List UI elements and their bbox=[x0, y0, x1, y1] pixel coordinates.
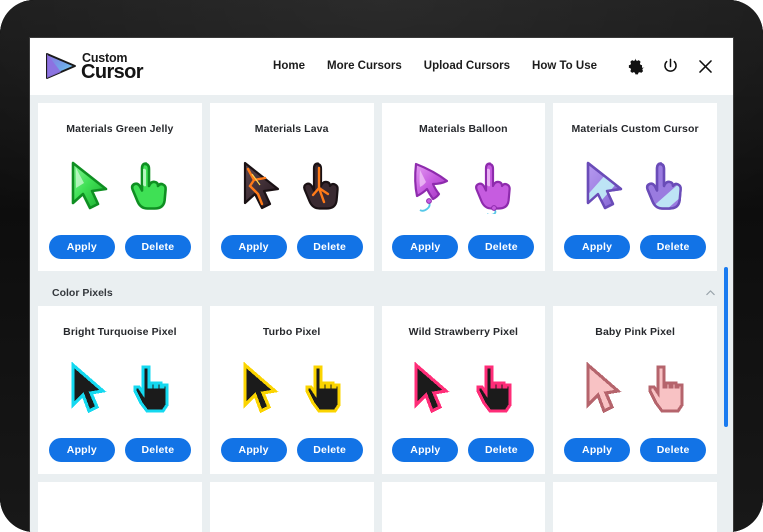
cursor-card[interactable] bbox=[553, 482, 717, 532]
hand-cursor-icon bbox=[305, 365, 341, 413]
materials-card-grid: Materials Green Jelly Apply Delete Mater… bbox=[30, 95, 725, 279]
color-pixels-card-grid: Bright Turquoise Pixel Apply Delete Turb… bbox=[30, 306, 725, 482]
cursor-preview bbox=[239, 348, 345, 430]
delete-button[interactable]: Delete bbox=[640, 438, 707, 462]
next-row-partial bbox=[30, 482, 725, 532]
scrollbar-track[interactable] bbox=[723, 95, 731, 532]
arrow-cursor-icon bbox=[71, 161, 108, 210]
apply-button[interactable]: Apply bbox=[220, 235, 287, 259]
cursor-preview bbox=[408, 145, 518, 227]
card-actions: Apply Delete bbox=[392, 235, 535, 259]
cursor-card[interactable]: Bright Turquoise Pixel Apply Delete bbox=[38, 306, 202, 474]
nav-link-home[interactable]: Home bbox=[262, 54, 316, 78]
delete-button[interactable]: Delete bbox=[640, 235, 707, 259]
delete-button[interactable]: Delete bbox=[124, 235, 191, 259]
cursor-preview bbox=[67, 348, 173, 430]
delete-button[interactable]: Delete bbox=[468, 235, 535, 259]
cursor-preview bbox=[66, 145, 174, 227]
app-window: Custom Cursor Home More Cursors Upload C… bbox=[30, 38, 733, 532]
app-logo[interactable]: Custom Cursor bbox=[44, 51, 144, 83]
cursor-card[interactable]: Materials Lava Apply Delete bbox=[209, 103, 374, 271]
hand-cursor-icon bbox=[475, 162, 512, 214]
gear-icon[interactable] bbox=[626, 57, 645, 76]
card-actions: Apply Delete bbox=[564, 438, 707, 462]
card-title: Materials Custom Cursor bbox=[571, 123, 699, 135]
card-title: Bright Turquoise Pixel bbox=[63, 326, 177, 338]
chevron-up-icon[interactable] bbox=[704, 286, 717, 299]
cursor-card[interactable]: Turbo Pixel Apply Delete bbox=[209, 306, 374, 474]
device-bezel: Custom Cursor Home More Cursors Upload C… bbox=[0, 0, 763, 532]
arrow-cursor-icon bbox=[414, 162, 449, 212]
card-title: Baby Pink Pixel bbox=[595, 326, 675, 338]
cursor-card[interactable]: Wild Strawberry Pixel Apply Delete bbox=[381, 306, 546, 474]
arrow-cursor-icon bbox=[586, 161, 623, 210]
card-title: Materials Green Jelly bbox=[66, 123, 174, 135]
cursor-preview bbox=[238, 145, 346, 227]
cursor-card[interactable] bbox=[38, 482, 202, 532]
apply-button[interactable]: Apply bbox=[220, 438, 287, 462]
close-icon[interactable] bbox=[696, 57, 715, 76]
delete-button[interactable]: Delete bbox=[468, 438, 535, 462]
hand-cursor-icon bbox=[302, 162, 339, 210]
card-actions: Apply Delete bbox=[48, 235, 191, 259]
cursor-card[interactable] bbox=[381, 482, 546, 532]
nav-link-how-to-use[interactable]: How To Use bbox=[521, 54, 608, 78]
card-title: Wild Strawberry Pixel bbox=[408, 326, 519, 338]
hand-cursor-icon bbox=[130, 162, 167, 210]
cursor-preview bbox=[410, 348, 516, 430]
card-actions: Apply Delete bbox=[48, 438, 191, 462]
apply-button[interactable]: Apply bbox=[564, 438, 631, 462]
apply-button[interactable]: Apply bbox=[392, 235, 459, 259]
main-navigation: Home More Cursors Upload Cursors How To … bbox=[262, 54, 715, 78]
card-title: Turbo Pixel bbox=[262, 326, 321, 338]
nav-link-more-cursors[interactable]: More Cursors bbox=[316, 54, 413, 78]
cursor-card[interactable]: Baby Pink Pixel Apply Delete bbox=[553, 306, 717, 474]
scrollbar-thumb[interactable] bbox=[724, 267, 728, 427]
section-title: Color Pixels bbox=[52, 286, 113, 299]
arrow-cursor-icon bbox=[586, 361, 622, 414]
card-actions: Apply Delete bbox=[564, 235, 707, 259]
card-title: Materials Balloon bbox=[419, 123, 508, 135]
delete-button[interactable]: Delete bbox=[296, 438, 363, 462]
hand-cursor-icon bbox=[133, 365, 169, 413]
content-scroll-area[interactable]: Materials Green Jelly Apply Delete Mater… bbox=[30, 95, 733, 532]
card-title: Materials Lava bbox=[254, 123, 329, 135]
header-icon-group bbox=[626, 57, 715, 76]
delete-button[interactable]: Delete bbox=[296, 235, 363, 259]
hand-cursor-icon bbox=[476, 365, 512, 413]
cursor-logo-icon bbox=[46, 53, 76, 79]
cursor-card[interactable]: Materials Green Jelly Apply Delete bbox=[38, 103, 202, 271]
logo-text-cursor: Cursor bbox=[81, 60, 144, 83]
apply-button[interactable]: Apply bbox=[564, 235, 631, 259]
cursor-preview bbox=[582, 348, 688, 430]
apply-button[interactable]: Apply bbox=[48, 235, 115, 259]
card-actions: Apply Delete bbox=[220, 438, 363, 462]
cursor-card[interactable] bbox=[209, 482, 374, 532]
section-header-color-pixels[interactable]: Color Pixels bbox=[38, 279, 733, 306]
arrow-cursor-icon bbox=[71, 361, 107, 414]
arrow-cursor-icon bbox=[243, 361, 279, 414]
app-header: Custom Cursor Home More Cursors Upload C… bbox=[30, 38, 733, 95]
hand-cursor-icon bbox=[648, 365, 684, 413]
hand-cursor-icon bbox=[646, 162, 682, 210]
apply-button[interactable]: Apply bbox=[392, 438, 459, 462]
power-icon[interactable] bbox=[661, 57, 680, 76]
cursor-card[interactable]: Materials Custom Cursor Apply Delete bbox=[553, 103, 717, 271]
arrow-cursor-icon bbox=[414, 361, 450, 414]
apply-button[interactable]: Apply bbox=[48, 438, 115, 462]
cursor-preview bbox=[581, 145, 689, 227]
nav-link-upload-cursors[interactable]: Upload Cursors bbox=[413, 54, 521, 78]
delete-button[interactable]: Delete bbox=[124, 438, 191, 462]
arrow-cursor-icon bbox=[243, 161, 279, 210]
card-actions: Apply Delete bbox=[392, 438, 535, 462]
card-actions: Apply Delete bbox=[220, 235, 363, 259]
cursor-card[interactable]: Materials Balloon Apply Delete bbox=[381, 103, 546, 271]
